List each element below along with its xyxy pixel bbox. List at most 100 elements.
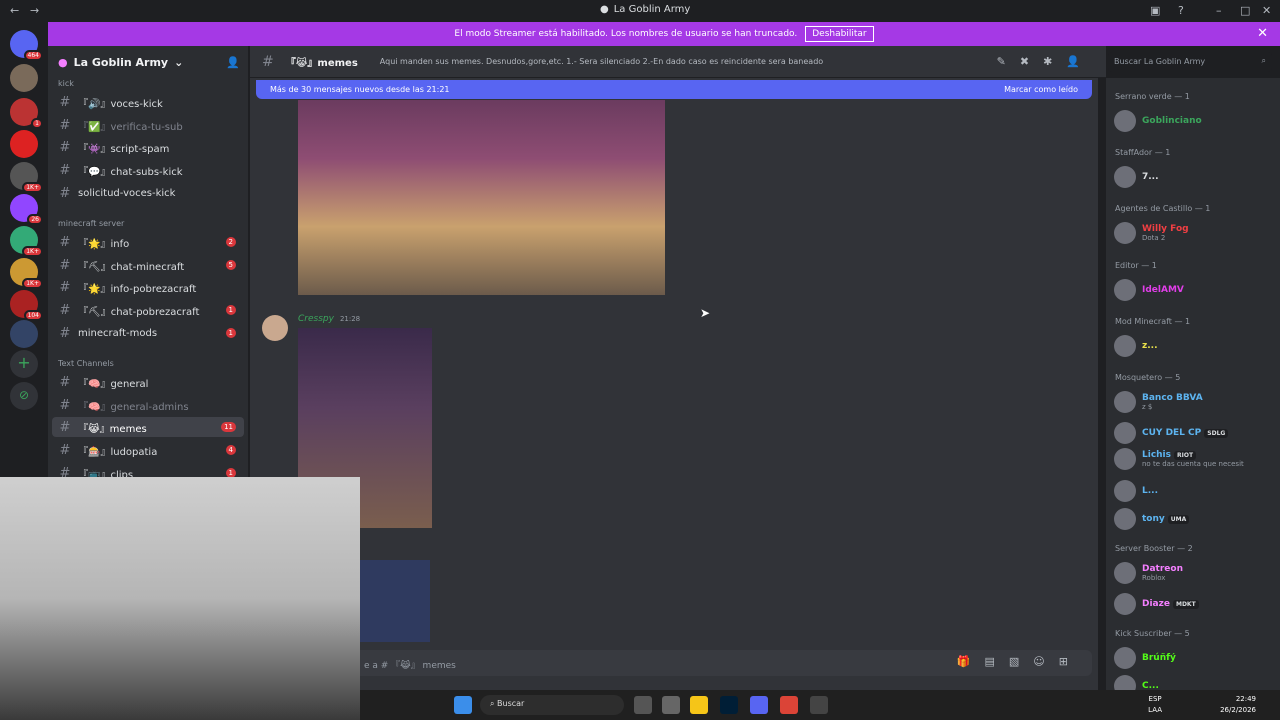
disable-streamer-button[interactable]: Deshabilitar: [805, 26, 874, 42]
taskbar-clock[interactable]: 22:49 26/2/2026: [1220, 694, 1256, 716]
member-item[interactable]: z...: [1114, 335, 1158, 357]
member-name: Lichis: [1142, 450, 1172, 460]
member-item[interactable]: Willy Fog Dota 2: [1114, 222, 1189, 244]
hash-icon: #: [59, 257, 71, 273]
meme-image-attachment[interactable]: [298, 100, 665, 295]
member-item[interactable]: L...: [1114, 480, 1158, 502]
server-icon-6[interactable]: 1K+: [10, 226, 43, 257]
avatar: [1114, 166, 1136, 188]
hash-icon: #: [262, 53, 274, 70]
channel-chat-subs-kick[interactable]: # 『💬』chat-subs-kick: [52, 160, 244, 180]
server-icon-8[interactable]: 104: [10, 290, 43, 321]
member-name: CUY DEL CP: [1142, 428, 1202, 438]
close-banner-icon[interactable]: ✕: [1257, 26, 1268, 41]
member-item[interactable]: IdelAMV: [1114, 279, 1184, 301]
photoshop-icon[interactable]: [720, 696, 738, 714]
member-item[interactable]: tony UMA: [1114, 508, 1190, 530]
member-item[interactable]: Goblinciano: [1114, 110, 1202, 132]
channel-ludopatia[interactable]: # 『🎰』ludopatia 4: [52, 440, 244, 460]
category-kick[interactable]: kick: [58, 79, 74, 88]
close-window-icon[interactable]: ✕: [1262, 4, 1271, 17]
home-button[interactable]: 464: [10, 30, 43, 61]
member-item[interactable]: CUY DEL CP SDLG: [1114, 422, 1229, 444]
category-text-channels[interactable]: Text Channels: [58, 359, 114, 368]
search-icon: ⌕: [1261, 56, 1266, 65]
guild-header[interactable]: ● La Goblin Army ⌄ 👤: [48, 46, 248, 78]
discord-taskbar-icon[interactable]: [750, 696, 768, 714]
hash-icon: #: [59, 234, 71, 250]
chrome-icon[interactable]: [780, 696, 798, 714]
discover-icon[interactable]: ⊘: [10, 382, 38, 410]
taskbar-search[interactable]: ⌕ Buscar: [480, 695, 624, 715]
file-explorer-icon[interactable]: [690, 696, 708, 714]
mark-read-button[interactable]: Marcar como leído: [1004, 85, 1078, 94]
category-minecraft[interactable]: minecraft server: [58, 219, 124, 228]
channel-info[interactable]: # 『🌟』info 2: [52, 232, 244, 252]
channel-general-admins[interactable]: # 『🧠』general-admins: [52, 395, 244, 415]
forward-arrow-icon[interactable]: →: [30, 4, 39, 17]
server-icon-2[interactable]: 1: [10, 98, 43, 129]
member-item[interactable]: Brúñfý: [1114, 647, 1176, 669]
channel-script-spam[interactable]: # 『👾』script-spam: [52, 137, 244, 157]
message-author[interactable]: Cresspy: [298, 314, 334, 324]
member-name: Diaze: [1142, 599, 1170, 609]
image-attachment[interactable]: [360, 560, 430, 642]
channel-minecraft-mods[interactable]: # minecraft-mods 1: [52, 323, 244, 343]
obs-icon[interactable]: [810, 696, 828, 714]
member-item[interactable]: Lichis RIOT no te das cuenta que necesit: [1114, 448, 1244, 470]
member-item[interactable]: Diaze MDKT: [1114, 593, 1199, 615]
server-icon-3[interactable]: [10, 130, 38, 158]
maximize-icon[interactable]: □: [1240, 4, 1250, 17]
channel-title: 『😹』memes: [285, 58, 358, 69]
member-item[interactable]: Banco BBVA z $: [1114, 391, 1203, 413]
guild-icon: ●: [58, 55, 68, 69]
channel-memes[interactable]: # 『😹』memes 11: [52, 417, 244, 437]
member-name: tony: [1142, 514, 1165, 524]
channel-solicitud-voces-kick[interactable]: # solicitud-voces-kick: [52, 183, 244, 203]
app-icon[interactable]: [662, 696, 680, 714]
composer-toolbar-icons[interactable]: 🎁▤▧☺⊞: [957, 655, 1082, 668]
hash-icon: #: [59, 302, 71, 318]
member-name: Brúñfý: [1142, 653, 1176, 663]
server-icon-4[interactable]: 1K+: [10, 162, 43, 193]
member-name: IdelAMV: [1142, 285, 1184, 295]
avatar: [1114, 222, 1136, 244]
server-icon-7[interactable]: 1K+: [10, 258, 43, 289]
channel-verifica-tu-sub[interactable]: # 『✅』verifica-tu-sub: [52, 115, 244, 135]
channel-general[interactable]: # 『🧠』general: [52, 372, 244, 392]
add-member-icon[interactable]: 👤: [226, 56, 240, 69]
hash-icon: #: [59, 279, 71, 295]
member-name: Datreon: [1142, 564, 1183, 574]
webcam-overlay: [0, 477, 360, 720]
server-icon-9[interactable]: [10, 320, 38, 348]
inbox-icon[interactable]: ▣: [1150, 4, 1160, 17]
channel-info-pobrezacraft[interactable]: # 『🌟』info-pobrezacraft: [52, 277, 244, 297]
member-group-header: Kick Suscriber — 5: [1115, 629, 1190, 638]
start-icon[interactable]: [454, 696, 472, 714]
server-icon-1[interactable]: [10, 64, 38, 92]
banner-text: El modo Streamer está habilitado. Los no…: [454, 29, 798, 39]
member-tag: UMA: [1167, 515, 1190, 524]
channel-chat-pobrezacraft[interactable]: # 『⛏』chat-pobrezacraft 1: [52, 300, 244, 320]
member-item[interactable]: Datreon Roblox: [1114, 562, 1183, 584]
avatar[interactable]: [262, 315, 288, 341]
chevron-down-icon: ⌄: [174, 55, 184, 69]
header-toolbar-icons[interactable]: ✎✖✱👤: [997, 55, 1094, 68]
search-input[interactable]: Buscar La Goblin Army ⌕: [1108, 52, 1272, 72]
back-arrow-icon[interactable]: ←: [10, 4, 19, 17]
minimize-icon[interactable]: –: [1216, 4, 1222, 17]
server-icon-5[interactable]: 26: [10, 194, 43, 225]
member-name: Goblinciano: [1142, 116, 1202, 126]
language-indicator[interactable]: ESP LAA: [1148, 694, 1162, 716]
channel-topic[interactable]: Aqui manden sus memes. Desnudos,gore,etc…: [380, 57, 823, 66]
avatar: [1114, 647, 1136, 669]
message-composer[interactable]: e a # 『😹』 memes 🎁▤▧☺⊞: [256, 650, 1092, 676]
add-server-icon[interactable]: +: [10, 350, 38, 378]
channel-chat-minecraft[interactable]: # 『⛏』chat-minecraft 5: [52, 255, 244, 275]
task-view-icon[interactable]: [634, 696, 652, 714]
new-messages-bar[interactable]: Más de 30 mensajes nuevos desde las 21:2…: [256, 80, 1092, 99]
avatar: [1114, 448, 1136, 470]
channel-voces-kick[interactable]: # 『🔊』voces-kick: [52, 92, 244, 112]
member-item[interactable]: 7...: [1114, 166, 1159, 188]
help-icon[interactable]: ?: [1178, 4, 1184, 17]
